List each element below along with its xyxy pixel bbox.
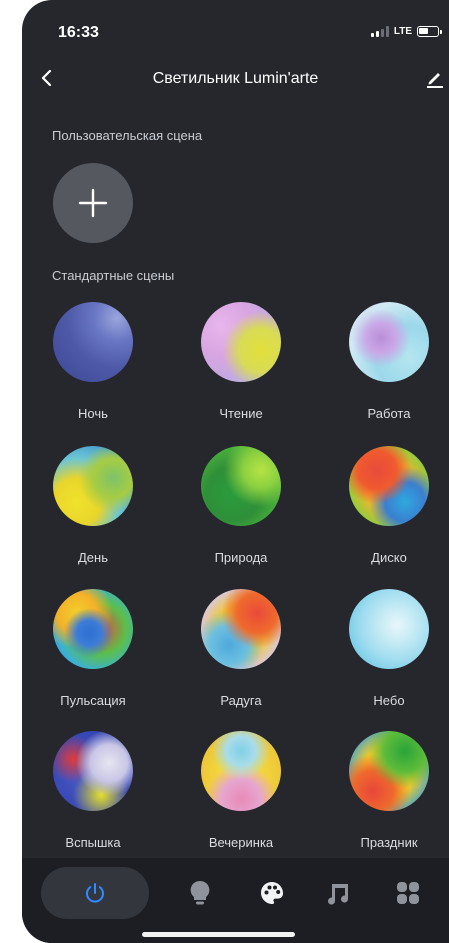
edit-button[interactable] <box>423 66 447 90</box>
tab-bar <box>22 858 449 943</box>
status-bar: 16:33 LTE <box>22 0 449 60</box>
scene-work[interactable]: Работа <box>334 302 444 421</box>
tab-music[interactable] <box>320 867 360 919</box>
scene-swatch <box>53 731 133 811</box>
tab-power[interactable] <box>41 867 149 919</box>
scene-label: Радуга <box>220 693 262 708</box>
signal-icon <box>370 26 389 37</box>
status-time: 16:33 <box>58 24 99 41</box>
home-indicator <box>142 932 295 937</box>
scene-swatch <box>349 589 429 669</box>
scene-swatch <box>53 446 133 526</box>
nav-bar: Светильник Lumin'arte <box>22 60 449 100</box>
standard-scenes-heading: Стандартные сцены <box>52 268 175 283</box>
scene-label: День <box>78 550 108 565</box>
scene-nature[interactable]: Природа <box>186 446 296 565</box>
scene-label: Пульсация <box>60 693 126 708</box>
scene-swatch <box>201 589 281 669</box>
scene-label: Небо <box>373 693 405 708</box>
scene-swatch <box>201 302 281 382</box>
palette-icon <box>261 882 283 904</box>
scene-night[interactable]: Ночь <box>38 302 148 421</box>
scene-party[interactable]: Вечеринка <box>186 731 296 850</box>
pencil-icon <box>427 73 443 88</box>
scene-swatch <box>349 446 429 526</box>
scene-label: Вспышка <box>65 835 121 850</box>
scene-label: Чтение <box>219 406 263 421</box>
scene-swatch <box>349 302 429 382</box>
plus-icon <box>78 188 108 218</box>
tab-scenes[interactable] <box>252 867 292 919</box>
scene-day[interactable]: День <box>38 446 148 565</box>
scene-label: Ночь <box>78 406 108 421</box>
scene-holiday[interactable]: Праздник <box>334 731 444 850</box>
scene-label: Работа <box>367 406 411 421</box>
power-icon <box>86 883 104 903</box>
scene-swatch <box>53 589 133 669</box>
bulb-icon <box>190 880 210 905</box>
scene-swatch <box>53 302 133 382</box>
scene-swatch <box>201 731 281 811</box>
scene-disco[interactable]: Диско <box>334 446 444 565</box>
page-title: Светильник Lumin'arte <box>152 70 319 87</box>
scene-sky[interactable]: Небо <box>334 589 444 708</box>
scene-reading[interactable]: Чтение <box>186 302 296 421</box>
scene-pulse[interactable]: Пульсация <box>38 589 148 708</box>
app-screen: 16:33 LTE Светильник Lumin'arte Пользова… <box>22 0 449 943</box>
scene-label: Праздник <box>360 835 418 850</box>
scene-swatch <box>201 446 281 526</box>
battery-icon <box>417 26 442 37</box>
custom-scene-heading: Пользовательская сцена <box>52 128 203 143</box>
music-icon <box>328 884 349 905</box>
scene-label: Диско <box>371 550 407 565</box>
tab-light[interactable] <box>180 867 220 919</box>
network-type: LTE <box>393 26 412 37</box>
grid-icon <box>397 882 419 904</box>
scene-label: Природа <box>214 550 268 565</box>
tab-more[interactable] <box>388 867 428 919</box>
scene-flash[interactable]: Вспышка <box>38 731 148 850</box>
add-custom-scene-button[interactable] <box>53 163 133 243</box>
status-indicators: LTE <box>370 26 442 37</box>
scene-rainbow[interactable]: Радуга <box>186 589 296 708</box>
scene-swatch <box>349 731 429 811</box>
scene-label: Вечеринка <box>208 835 274 850</box>
